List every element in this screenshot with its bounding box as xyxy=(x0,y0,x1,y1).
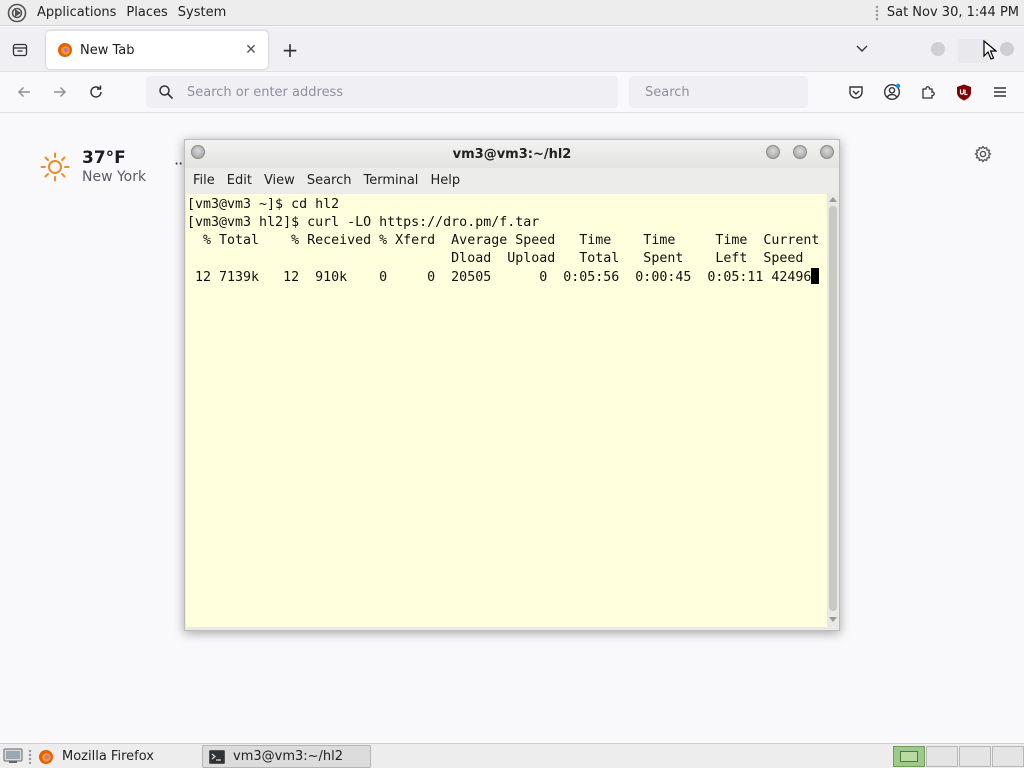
taskbar-item-terminal[interactable]: vm3@vm3:~/hl2 xyxy=(202,745,371,768)
gear-icon[interactable] xyxy=(974,145,992,163)
workspace-2[interactable] xyxy=(926,746,958,767)
close-button[interactable] xyxy=(820,145,834,159)
search-input[interactable] xyxy=(645,84,815,100)
firefox-view-button[interactable] xyxy=(8,38,32,62)
terminal-output: [vm3@vm3 ~]$ cd hl2 [vm3@vm3 hl2]$ curl -… xyxy=(187,196,819,287)
pocket-button[interactable] xyxy=(844,80,868,104)
scrollbar-thumb[interactable] xyxy=(829,206,837,611)
terminal-menu-edit[interactable]: Edit xyxy=(221,173,258,188)
address-input[interactable] xyxy=(187,84,618,100)
terminal-menu-view[interactable]: View xyxy=(258,173,301,188)
terminal-window[interactable]: vm3@vm3:~/hl2 File Edit View Search Term… xyxy=(184,139,840,631)
puzzle-piece-icon xyxy=(922,86,935,99)
firefox-view-icon xyxy=(12,43,28,57)
firefox-icon xyxy=(58,43,72,57)
minimize-button[interactable] xyxy=(766,145,780,159)
new-tab-button[interactable]: + xyxy=(278,38,302,62)
top-panel: Applications Places System Sat Nov 30, 1… xyxy=(0,0,1024,26)
terminal-scrollbar[interactable] xyxy=(827,194,839,627)
back-button[interactable] xyxy=(12,80,36,104)
list-all-tabs-button[interactable] xyxy=(851,38,873,60)
browser-nav-bar xyxy=(0,72,1024,113)
terminal-line: 12 7139k 12 910k 0 0 20505 0 0:05:56 0:0… xyxy=(187,270,812,285)
clock[interactable]: Sat Nov 30, 1:44 PM xyxy=(887,5,1019,20)
tab-title: New Tab xyxy=(80,42,135,58)
terminal-menu-file[interactable]: File xyxy=(187,173,221,188)
close-ghost-icon xyxy=(1000,42,1014,56)
terminal-title: vm3@vm3:~/hl2 xyxy=(452,147,572,162)
weather-widget[interactable]: 37°F New York xyxy=(40,148,146,186)
mouse-pointer-icon xyxy=(983,40,997,60)
ublock-button[interactable] xyxy=(952,80,976,104)
taskbar-item-firefox[interactable]: Mozilla Firefox xyxy=(32,745,198,768)
bottom-taskbar: Mozilla Firefox vm3@vm3:~/hl2 xyxy=(0,743,1024,768)
gnome-foot-icon[interactable] xyxy=(7,3,27,23)
terminal-menu-search[interactable]: Search xyxy=(301,173,358,188)
minimize-ghost-icon xyxy=(931,42,945,56)
scroll-down-icon[interactable] xyxy=(829,617,837,622)
extensions-button[interactable] xyxy=(916,80,940,104)
workspace-4[interactable] xyxy=(992,746,1024,767)
weather-location: New York xyxy=(82,169,147,185)
app-menu-button[interactable] xyxy=(988,80,1012,104)
terminal-line: [vm3@vm3 ~]$ cd hl2 xyxy=(187,197,340,212)
terminal-icon xyxy=(209,749,225,764)
close-tab-icon[interactable]: ✕ xyxy=(241,40,261,60)
forward-button[interactable] xyxy=(48,80,72,104)
workspace-3[interactable] xyxy=(959,746,991,767)
arrow-right-icon xyxy=(54,86,67,98)
terminal-line: [vm3@vm3 hl2]$ curl -LO https://dro.pm/f… xyxy=(187,215,540,230)
reload-icon xyxy=(90,85,102,98)
sun-icon xyxy=(40,152,70,182)
show-desktop-icon[interactable] xyxy=(3,748,23,764)
firefox-icon xyxy=(39,749,53,764)
terminal-menu-help[interactable]: Help xyxy=(424,173,466,188)
chevron-down-icon xyxy=(856,45,868,52)
weather-more-options-button[interactable]: ·· xyxy=(174,154,183,173)
scroll-up-icon[interactable] xyxy=(829,197,837,202)
terminal-menubar: File Edit View Search Terminal Help xyxy=(185,168,839,193)
account-button[interactable] xyxy=(880,80,904,104)
arrow-left-icon xyxy=(17,86,30,98)
menu-applications[interactable]: Applications xyxy=(32,5,121,20)
account-icon xyxy=(883,83,901,101)
terminal-menu-terminal[interactable]: Terminal xyxy=(357,173,424,188)
ublock-origin-icon xyxy=(957,84,971,100)
tab-new-tab[interactable]: New Tab ✕ xyxy=(46,31,268,69)
taskbar-item-label: Mozilla Firefox xyxy=(62,749,154,764)
url-bar[interactable] xyxy=(146,76,618,108)
terminal-titlebar[interactable]: vm3@vm3:~/hl2 xyxy=(185,140,839,168)
panel-drag-handle[interactable] xyxy=(874,4,879,21)
maximize-button[interactable] xyxy=(793,145,807,159)
menu-system[interactable]: System xyxy=(173,5,231,20)
text-cursor xyxy=(811,268,820,284)
terminal-line: Dload Upload Total Spent Left Speed xyxy=(187,251,804,266)
search-icon xyxy=(159,85,174,100)
taskbar-item-label: vm3@vm3:~/hl2 xyxy=(233,749,344,764)
browser-tab-bar: New Tab ✕ + xyxy=(0,27,1024,72)
pocket-icon xyxy=(849,86,863,99)
menu-places[interactable]: Places xyxy=(121,5,172,20)
search-bar[interactable] xyxy=(629,76,815,108)
terminal-line: % Total % Received % Xferd Average Speed… xyxy=(187,233,820,248)
terminal-screen[interactable]: [vm3@vm3 ~]$ cd hl2 [vm3@vm3 hl2]$ curl -… xyxy=(186,194,827,627)
weather-temperature: 37°F xyxy=(82,148,126,168)
hamburger-menu-icon xyxy=(994,87,1006,97)
reload-button[interactable] xyxy=(84,80,108,104)
workspace-1[interactable] xyxy=(893,746,925,767)
